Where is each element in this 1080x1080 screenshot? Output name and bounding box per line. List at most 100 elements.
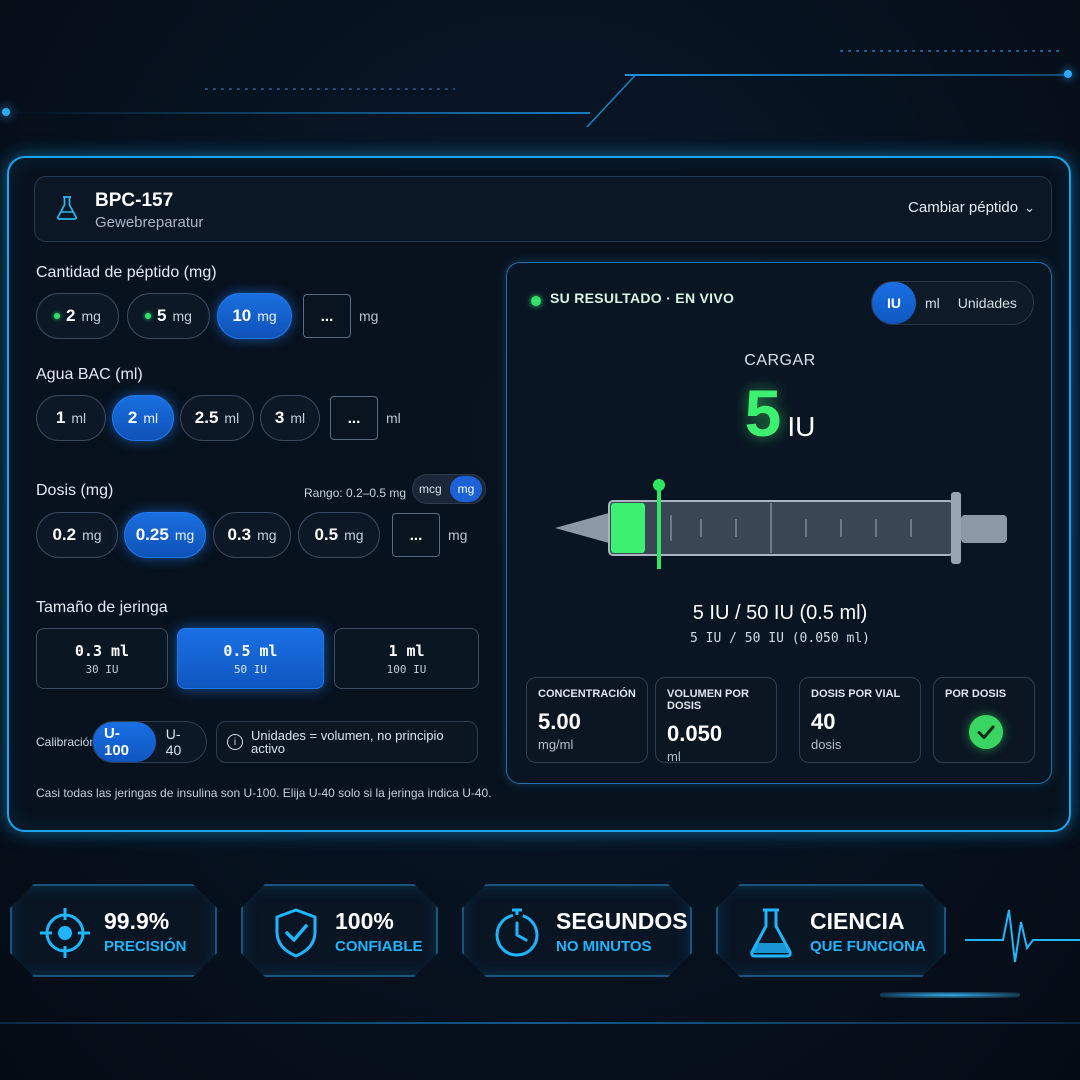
syringe-graphic (555, 479, 1007, 569)
custom-water-input[interactable]: ... (330, 396, 378, 440)
result-unit-unidades[interactable]: Unidades (949, 295, 1026, 311)
option-value: 0.5 (314, 525, 339, 544)
change-peptide-label: Cambiar péptido (908, 199, 1019, 216)
bac-option-3ml[interactable]: 3 ml (260, 395, 320, 441)
flask-icon (744, 906, 798, 960)
calibration-info-text: Unidades = volumen, no principio activo (251, 728, 444, 756)
load-value: 5 (744, 376, 782, 450)
syringe-size-label: Tamaño de jeringa (36, 599, 168, 616)
dose-marker-dot (653, 479, 665, 491)
badge-title: SEGUNDOS (556, 908, 688, 934)
option-value: 2.5 (194, 408, 219, 427)
decorative-node (1064, 70, 1072, 78)
calibration-label: Calibración (36, 735, 97, 749)
load-amount: 5 IU (507, 375, 1053, 451)
load-unit: IU (787, 411, 816, 442)
peptide-subtitle: Gewebreparatur (95, 214, 204, 231)
badge-subtitle: PRECISIÓN (104, 938, 187, 955)
calibration-info: i Unidades = volumen, no principio activ… (216, 721, 478, 763)
peptide-name: BPC-157 (95, 190, 174, 211)
syringe-volume: 0.5 ml (223, 641, 278, 660)
heartbeat-line-icon (965, 909, 1080, 963)
result-live-label: SU RESULTADO · EN VIVO (550, 290, 735, 306)
result-unit-ml[interactable]: ml (916, 295, 949, 311)
dose-unit-mcg[interactable]: mcg (413, 482, 448, 496)
peptide-option-5mg[interactable]: 5 mg (127, 293, 210, 339)
option-value: 10 (232, 306, 252, 325)
syringe-option-0-3ml[interactable]: 0.3 ml 30 IU (36, 628, 168, 689)
change-peptide-button[interactable]: Cambiar péptido ⌄ (908, 199, 1035, 216)
badge-subtitle: CONFIABLE (335, 938, 423, 955)
stopwatch-icon (490, 906, 544, 960)
live-indicator-dot (531, 296, 541, 306)
dose-option-0-2mg[interactable]: 0.2 mg (36, 512, 118, 558)
dose-unit-toggle[interactable]: mcg mg (412, 474, 486, 504)
check-icon (969, 715, 1003, 749)
custom-dose-input[interactable]: ... (392, 513, 440, 557)
dose-label: Dosis (mg) (36, 482, 114, 499)
calibration-toggle[interactable]: U-100 U-40 (92, 721, 207, 763)
stat-title: POR DOSIS (945, 688, 1007, 700)
peptide-header: BPC-157 Gewebreparatur Cambiar péptido ⌄ (34, 176, 1052, 242)
badge-title: CIENCIA (810, 908, 905, 934)
bac-option-1ml[interactable]: 1 ml (36, 395, 106, 441)
calibration-u40[interactable]: U-40 (156, 726, 206, 758)
stat-value: 40 (811, 709, 836, 734)
decorative-circuit-line (586, 75, 637, 127)
syringe-option-0-5ml[interactable]: 0.5 ml 50 IU (177, 628, 324, 689)
syringe-option-1ml[interactable]: 1 ml 100 IU (334, 628, 479, 689)
result-summary-detail: 5 IU / 50 IU (0.050 ml) (689, 631, 870, 646)
decorative-dashed-line (840, 50, 1060, 52)
dose-option-0-25mg[interactable]: 0.25 mg (124, 512, 206, 558)
result-unit-iu[interactable]: IU (872, 282, 916, 324)
stat-concentration: CONCENTRACIÓN 5.00 mg/ml (526, 677, 648, 763)
peptide-option-10mg[interactable]: 10 mg (217, 293, 292, 339)
syringe-needle (555, 513, 609, 543)
calibration-u100[interactable]: U-100 (93, 722, 156, 762)
stat-title: CONCENTRACIÓN (538, 688, 636, 700)
peptide-option-2mg[interactable]: 2 mg (36, 293, 119, 339)
bac-custom-field[interactable]: ... ml (330, 395, 401, 441)
option-unit: ml (290, 410, 306, 426)
dose-unit-mg[interactable]: mg (449, 476, 483, 502)
stat-unit: ml (667, 749, 681, 764)
custom-amount-input[interactable]: ... (303, 294, 351, 338)
dose-custom-field[interactable]: ... mg (392, 512, 467, 558)
calibration-note: Casi todas las jeringas de insulina son … (36, 786, 492, 800)
bac-option-2ml[interactable]: 2 ml (112, 395, 174, 441)
info-icon: i (227, 734, 243, 750)
stat-title: DOSIS POR VIAL (811, 688, 901, 700)
syringe-plunger (961, 515, 1007, 543)
decorative-circuit-line (0, 112, 590, 114)
option-unit: ml (143, 410, 159, 426)
syringe-units: 50 IU (233, 662, 268, 676)
result-unit-toggle[interactable]: IU ml Unidades (871, 281, 1034, 325)
crosshair-icon (38, 906, 92, 960)
option-unit: mg (344, 527, 364, 543)
available-dot (145, 313, 152, 319)
stat-value: 5.00 (538, 709, 581, 734)
option-unit: mg (257, 527, 277, 543)
badge-reliable: 100% CONFIABLE (241, 884, 438, 977)
stat-unit: mg/ml (538, 737, 574, 752)
option-unit: mg (81, 308, 101, 324)
badge-speed: SEGUNDOS NO MINUTOS (462, 884, 692, 977)
dose-option-0-5mg[interactable]: 0.5 mg (298, 512, 380, 558)
custom-unit: mg (448, 527, 468, 543)
dose-option-0-3mg[interactable]: 0.3 mg (213, 512, 291, 558)
syringe-flange (951, 492, 961, 564)
peptide-custom-field[interactable]: ... mg (303, 293, 378, 339)
bac-water-label: Agua BAC (ml) (36, 366, 143, 383)
custom-unit: ml (386, 410, 401, 426)
load-label: CARGAR (744, 352, 816, 369)
badge-title: 100% (335, 908, 394, 934)
decorative-node (2, 108, 10, 116)
bac-option-2-5ml[interactable]: 2.5 ml (180, 395, 254, 441)
stat-title: VOLUMEN POR DOSIS (667, 688, 749, 712)
syringe-units: 30 IU (85, 662, 119, 676)
option-unit: ml (224, 410, 240, 426)
option-value: 3 (274, 408, 285, 427)
syringe-volume: 1 ml (388, 641, 425, 660)
option-value: 5 (157, 306, 167, 325)
badge-precision: 99.9% PRECISIÓN (10, 884, 217, 977)
